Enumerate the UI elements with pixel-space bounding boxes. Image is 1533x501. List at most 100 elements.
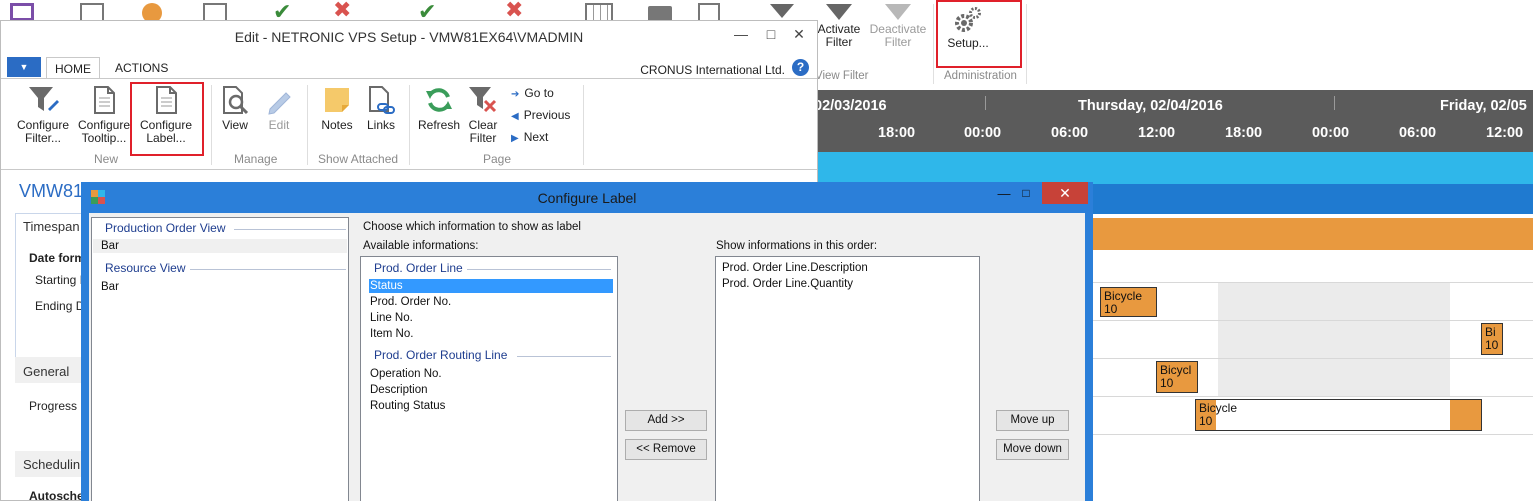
clear-filter-button[interactable]: Clear Filter — [463, 85, 503, 145]
setup-button[interactable]: Setup... — [944, 6, 992, 50]
gantt-time-label: 18:00 — [878, 125, 916, 141]
bar-quantity: 10 — [1160, 376, 1174, 390]
dialog-minimize-button[interactable]: — — [993, 186, 1015, 206]
app-logo-icon — [10, 3, 34, 21]
configure-label-highlight — [130, 82, 204, 156]
reject-x-icon-2[interactable]: ✖ — [505, 0, 523, 21]
gantt-time-label: 12:00 — [1486, 125, 1524, 141]
edit-button[interactable]: Edit — [259, 85, 299, 132]
filter-icon-bg[interactable] — [770, 4, 794, 18]
instruction-label: Choose which information to show as labe… — [363, 221, 581, 233]
refresh-button[interactable]: Refresh — [415, 85, 463, 132]
notes-button[interactable]: Notes — [315, 85, 359, 132]
group-header: Prod. Order Line — [374, 261, 463, 275]
help-icon[interactable]: ? — [792, 59, 809, 76]
app-menu-button[interactable]: ▼ — [7, 57, 41, 77]
views-list[interactable]: Production Order View Bar Resource View … — [91, 217, 349, 501]
gantt-time-label: 18:00 — [1225, 125, 1263, 141]
ribbon-divider — [1026, 4, 1027, 84]
gantt-date-label: Thursday, 02/04/2016 — [1078, 98, 1223, 114]
move-down-button[interactable]: Move down — [996, 439, 1069, 460]
list-item[interactable]: Operation No. — [370, 367, 442, 381]
list-item[interactable]: Routing Status — [370, 399, 445, 413]
configure-tooltip-button[interactable]: Configure Tooltip... — [73, 85, 135, 145]
ribbon-divider — [933, 4, 934, 84]
list-item[interactable]: Bar — [93, 239, 347, 253]
reject-x-icon[interactable]: ✖ — [333, 0, 351, 21]
administration-group-label: Administration — [944, 70, 1017, 82]
list-item[interactable]: Line No. — [370, 311, 413, 325]
page-group-label: Page — [483, 152, 512, 166]
gantt-bar[interactable]: Bicycle 10 — [1100, 287, 1157, 317]
edit-window-titlebar[interactable]: Edit - NETRONIC VPS Setup - VMW81EX64\VM… — [1, 21, 817, 51]
previous-button[interactable]: ◀ Previous — [511, 108, 570, 122]
dialog-maximize-button[interactable]: □ — [1015, 186, 1037, 206]
links-button[interactable]: Links — [361, 85, 401, 132]
filter-edit-icon — [29, 87, 59, 111]
view-magnifier-icon — [223, 86, 249, 115]
previous-arrow-icon: ◀ — [511, 111, 519, 122]
go-to-button[interactable]: ➔ Go to — [511, 86, 554, 100]
configure-filter-button[interactable]: Configure Filter... — [11, 85, 75, 145]
pencil-icon — [268, 92, 291, 115]
gantt-date-label: 02/03/2016 — [814, 98, 887, 114]
remove-button[interactable]: << Remove — [625, 439, 707, 460]
date-separator — [1334, 96, 1335, 110]
gantt-time-label: 00:00 — [964, 125, 1002, 141]
dialog-close-button[interactable]: ✕ — [1042, 182, 1088, 204]
gears-icon — [955, 7, 981, 32]
home-ribbon: Configure Filter... Configure Tooltip...… — [1, 78, 817, 170]
ribbon-tab-bar: ▼ HOME ACTIONS CRONUS International Ltd.… — [1, 53, 817, 79]
gantt-bar[interactable]: Bicycl 10 — [1156, 361, 1198, 393]
dialog-title: Configure Label — [537, 190, 637, 206]
list-item[interactable]: Prod. Order Line.Quantity — [722, 277, 853, 291]
gantt-timescale-header[interactable]: 02/03/2016 Thursday, 02/04/2016 Friday, … — [814, 90, 1533, 152]
ribbon-divider — [307, 85, 308, 165]
move-up-button[interactable]: Move up — [996, 410, 1069, 431]
deactivate-filter-button[interactable]: Deactivate Filter — [866, 4, 930, 49]
list-item[interactable]: Description — [370, 383, 428, 397]
gantt-bar[interactable]: Bi 10 — [1481, 323, 1503, 355]
approve-check-icon[interactable]: ✔ — [273, 1, 291, 23]
show-order-list[interactable]: Prod. Order Line.Description Prod. Order… — [715, 256, 980, 501]
refresh-icon — [426, 88, 452, 112]
field-label: Ending D — [35, 299, 85, 313]
activate-filter-button[interactable]: Activate Filter — [817, 4, 861, 49]
activate-filter-icon — [826, 4, 852, 20]
list-item[interactable]: Bar — [93, 280, 119, 294]
list-item[interactable]: Item No. — [370, 327, 413, 341]
list-item-selected[interactable]: Status — [369, 279, 613, 293]
tab-home[interactable]: HOME — [46, 57, 100, 79]
dialog-titlebar[interactable]: Configure Label — □ ✕ — [81, 182, 1093, 212]
order-label: Show informations in this order: — [716, 240, 878, 252]
maximize-button[interactable]: □ — [757, 23, 785, 45]
available-informations-list[interactable]: Prod. Order Line Status Prod. Order No. … — [360, 256, 618, 501]
list-item[interactable]: Prod. Order Line.Description — [722, 261, 868, 275]
tab-actions[interactable]: ACTIONS — [107, 57, 176, 79]
note-icon — [325, 88, 349, 112]
gantt-cyan-band — [818, 152, 1533, 184]
company-name: CRONUS International Ltd. — [640, 63, 785, 77]
gantt-time-label: 06:00 — [1051, 125, 1089, 141]
field-label: Date form — [29, 251, 86, 265]
next-arrow-icon: ▶ — [511, 133, 519, 144]
new-group-label: New — [94, 152, 119, 166]
approve-check-icon-2[interactable]: ✔ — [418, 1, 436, 23]
add-button[interactable]: Add >> — [625, 410, 707, 431]
close-button[interactable]: ✕ — [785, 23, 813, 45]
gantt-bar[interactable]: Bicycle 10 — [1195, 399, 1482, 431]
ribbon-divider — [583, 85, 584, 165]
available-informations-label: Available informations: — [363, 240, 479, 252]
link-document-icon — [369, 86, 395, 114]
view-button[interactable]: View — [215, 85, 255, 132]
group-header: Production Order View — [105, 221, 226, 235]
list-item[interactable]: Prod. Order No. — [370, 295, 451, 309]
bar-quantity: 10 — [1199, 414, 1213, 428]
configure-label-dialog[interactable]: Configure Label — □ ✕ Production Order V… — [81, 182, 1093, 501]
group-header-line — [190, 269, 346, 270]
deactivate-filter-icon — [885, 4, 911, 20]
minimize-button[interactable]: — — [727, 23, 755, 45]
ribbon-divider — [211, 85, 212, 165]
next-button[interactable]: ▶ Next — [511, 130, 548, 144]
bar-quantity: 10 — [1104, 302, 1118, 316]
